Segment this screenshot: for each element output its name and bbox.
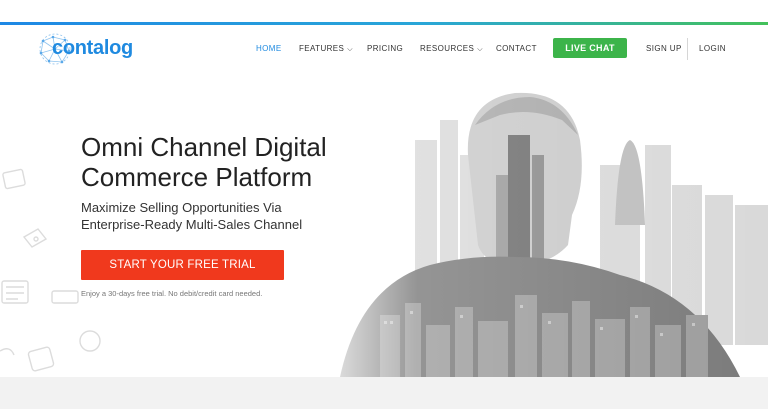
- brand-name: contalog: [52, 36, 133, 59]
- chevron-down-icon: ⌵: [347, 46, 353, 53]
- website: contalog HOME FEATURES ⌵ PRICING RESOURCE…: [0, 25, 768, 377]
- hero-title-line-2: Commerce Platform: [81, 162, 313, 192]
- nav-resources-label: RESOURCES: [420, 44, 475, 53]
- nav-features-label: FEATURES: [299, 44, 345, 53]
- brand-logo[interactable]: contalog: [37, 31, 137, 67]
- hero-subtitle-line-1: Maximize Selling Opportunities Via: [81, 200, 282, 215]
- nav-resources[interactable]: RESOURCES ⌵: [420, 44, 483, 54]
- hero-title: Omni Channel Digital Commerce Platform: [81, 132, 381, 192]
- page-bottom-band: [0, 377, 768, 409]
- hero-background-image: [300, 45, 768, 377]
- hero-subtitle-line-2: Enterprise-Ready Multi-Sales Channel: [81, 217, 303, 232]
- nav-login[interactable]: LOGIN: [699, 44, 726, 53]
- nav-divider: [687, 38, 688, 60]
- site-header: contalog HOME FEATURES ⌵ PRICING RESOURCE…: [0, 25, 768, 73]
- trial-note: Enjoy a 30-days free trial. No debit/cre…: [81, 289, 263, 298]
- nav-features[interactable]: FEATURES ⌵: [299, 44, 353, 54]
- hero-title-line-1: Omni Channel Digital: [81, 132, 327, 162]
- live-chat-button[interactable]: LIVE CHAT: [553, 38, 627, 58]
- nav-sign-up[interactable]: SIGN UP: [646, 44, 682, 53]
- start-free-trial-button[interactable]: START YOUR FREE TRIAL: [81, 250, 284, 280]
- nav-home[interactable]: HOME: [256, 44, 282, 53]
- hero-subtitle: Maximize Selling Opportunities Via Enter…: [81, 199, 361, 233]
- nav-pricing[interactable]: PRICING: [367, 44, 403, 53]
- chevron-down-icon: ⌵: [477, 46, 483, 53]
- nav-contact[interactable]: CONTACT: [496, 44, 537, 53]
